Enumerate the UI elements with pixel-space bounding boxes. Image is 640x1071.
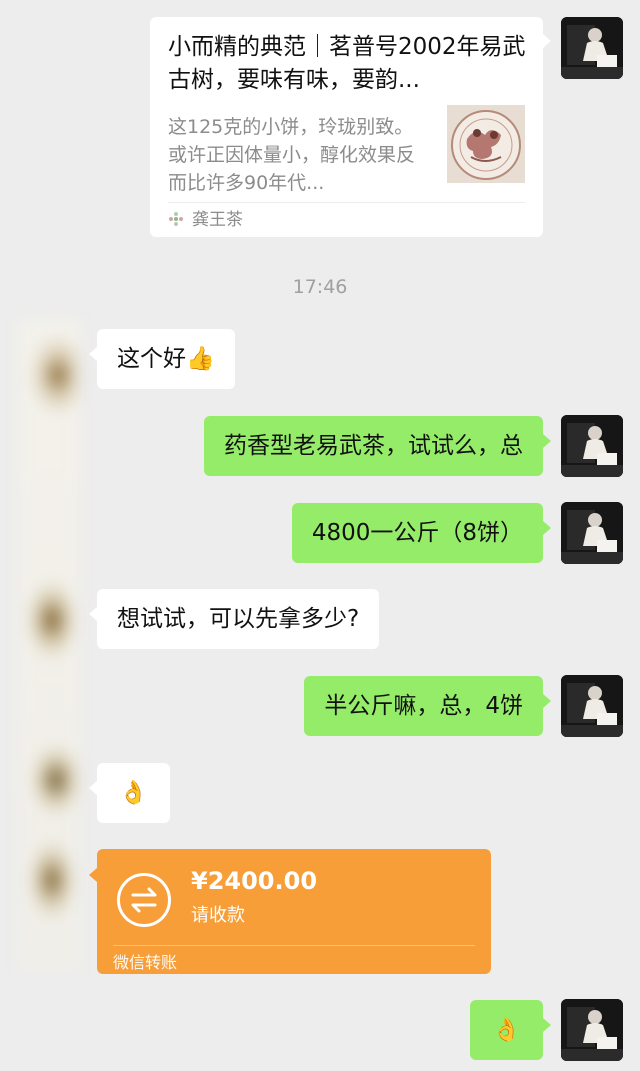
avatar[interactable] [561, 999, 623, 1061]
message-bubble[interactable]: 👌 [97, 763, 170, 823]
link-card-source: 龚王茶 [192, 210, 243, 230]
avatar[interactable] [18, 320, 80, 970]
message-bubble[interactable]: 药香型老易武茶，试试么，总 [204, 416, 543, 476]
transfer-arrows-icon [117, 873, 171, 927]
bubble-tail [543, 694, 551, 708]
bubble-tail [89, 781, 97, 795]
message-bubble[interactable]: 4800一公斤（8饼） [291, 503, 543, 563]
avatar[interactable] [561, 415, 623, 477]
mini-program-icon [168, 211, 184, 227]
link-card-divider [168, 202, 525, 203]
message-bubble[interactable]: 想试试，可以先拿多少? [97, 589, 380, 649]
transfer-divider [113, 945, 475, 946]
transfer-card[interactable]: ¥2400.00 请收款 微信转账 [97, 849, 491, 974]
bubble-tail [89, 607, 97, 621]
message-timestamp: 17:46 [292, 276, 348, 298]
bubble-tail [543, 521, 551, 535]
transfer-status: 请收款 [191, 905, 245, 926]
link-card-title: 小而精的典范｜茗普号2002年易武古树，要味有味，要韵... [168, 34, 526, 93]
bubble-tail [89, 347, 97, 361]
transfer-footer: 微信转账 [113, 953, 178, 972]
avatar[interactable] [561, 502, 623, 564]
link-card-thumbnail [447, 105, 525, 183]
link-card-description: 这125克的小饼，玲珑别致。或许正因体量小，醇化效果反而比许多90年代... [168, 116, 416, 194]
message-bubble[interactable]: 👌 [470, 1000, 543, 1060]
avatar[interactable] [561, 675, 623, 737]
avatar[interactable] [561, 17, 623, 79]
bubble-tail [543, 1018, 551, 1032]
message-bubble[interactable]: 这个好👍 [97, 329, 235, 389]
bubble-tail [543, 34, 551, 48]
message-bubble[interactable]: 半公斤嘛，总，4饼 [304, 676, 543, 736]
bubble-tail [89, 868, 97, 882]
bubble-tail [543, 434, 551, 448]
link-card[interactable]: 小而精的典范｜茗普号2002年易武古树，要味有味，要韵... 这125克的小饼，… [150, 17, 543, 237]
transfer-amount: ¥2400.00 [191, 867, 318, 895]
